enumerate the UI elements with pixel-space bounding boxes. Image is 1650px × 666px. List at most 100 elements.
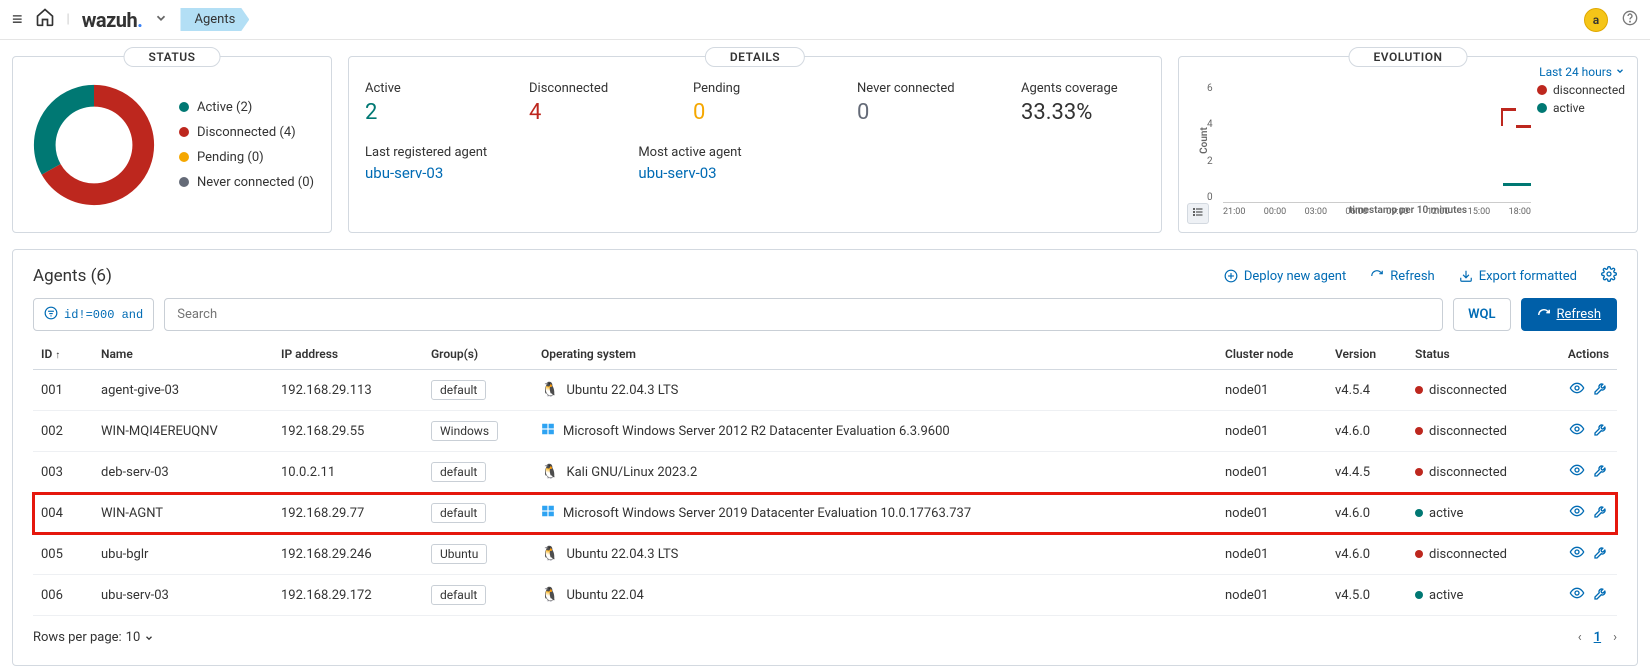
- search-input[interactable]: [164, 298, 1443, 331]
- config-icon[interactable]: [1593, 585, 1609, 605]
- deploy-new-agent-button[interactable]: Deploy new agent: [1224, 269, 1346, 284]
- cell-name: deb-serv-03: [93, 452, 273, 493]
- cell-os: Microsoft Windows Server 2019 Datacenter…: [533, 493, 1217, 534]
- cell-ip: 10.0.2.11: [273, 452, 423, 493]
- most-active-label: Most active agent: [638, 145, 871, 160]
- legend-disconnected[interactable]: Disconnected (4): [179, 125, 314, 140]
- never-value: 0: [857, 100, 981, 125]
- view-icon[interactable]: [1569, 585, 1585, 605]
- config-icon[interactable]: [1593, 462, 1609, 482]
- cell-actions: [1547, 493, 1617, 534]
- cell-id: 003: [33, 452, 93, 493]
- cell-ip: 192.168.29.77: [273, 493, 423, 534]
- config-icon[interactable]: [1593, 503, 1609, 523]
- evolution-title: EVOLUTION: [1349, 47, 1468, 67]
- col-version[interactable]: Version: [1327, 339, 1407, 370]
- windows-icon: [541, 422, 555, 440]
- filter-chip[interactable]: id!=000 and: [33, 298, 154, 331]
- list-toggle-icon[interactable]: [1187, 203, 1209, 224]
- menu-icon[interactable]: ≡: [12, 9, 23, 30]
- linux-icon: 🐧: [541, 382, 558, 398]
- most-active-link[interactable]: ubu-serv-03: [638, 164, 871, 182]
- export-formatted-button[interactable]: Export formatted: [1459, 269, 1577, 284]
- pending-value: 0: [693, 100, 817, 125]
- status-donut: [29, 80, 159, 210]
- cell-os: 🐧Ubuntu 22.04.3 LTS: [533, 370, 1217, 411]
- col-id[interactable]: ID ↑: [33, 339, 93, 370]
- last-registered-link[interactable]: ubu-serv-03: [365, 164, 598, 182]
- group-chip[interactable]: Ubuntu: [431, 544, 487, 564]
- cell-cluster: node01: [1217, 534, 1327, 575]
- cell-status: active: [1407, 575, 1547, 616]
- col-ip[interactable]: IP address: [273, 339, 423, 370]
- active-value: 2: [365, 100, 489, 125]
- time-range-selector[interactable]: Last 24 hours: [1539, 65, 1625, 79]
- refresh-link[interactable]: Refresh: [1370, 269, 1434, 284]
- cell-name: agent-give-03: [93, 370, 273, 411]
- table-row[interactable]: 001agent-give-03192.168.29.113default🐧Ub…: [33, 370, 1617, 411]
- group-chip[interactable]: Windows: [431, 421, 498, 441]
- help-icon[interactable]: [1622, 10, 1638, 30]
- chevron-down-icon[interactable]: [154, 11, 168, 29]
- cell-version: v4.6.0: [1327, 534, 1407, 575]
- view-icon[interactable]: [1569, 462, 1585, 482]
- legend-never[interactable]: Never connected (0): [179, 175, 314, 190]
- cell-ip: 192.168.29.246: [273, 534, 423, 575]
- last-registered-label: Last registered agent: [365, 145, 598, 160]
- disconnected-label: Disconnected: [529, 81, 653, 96]
- refresh-button[interactable]: Refresh: [1521, 298, 1617, 331]
- cell-status: disconnected: [1407, 370, 1547, 411]
- cell-cluster: node01: [1217, 575, 1327, 616]
- page-number[interactable]: 1: [1594, 630, 1601, 645]
- cell-group: default: [423, 370, 533, 411]
- gear-icon[interactable]: [1601, 266, 1617, 286]
- brand[interactable]: wazuh.: [82, 8, 143, 32]
- coverage-label: Agents coverage: [1021, 81, 1145, 96]
- next-page-icon[interactable]: ›: [1613, 630, 1617, 645]
- legend-active[interactable]: Active (2): [179, 100, 314, 115]
- chart-yticks: 6 4 2 0: [1207, 83, 1213, 203]
- config-icon[interactable]: [1593, 380, 1609, 400]
- view-icon[interactable]: [1569, 380, 1585, 400]
- col-groups[interactable]: Group(s): [423, 339, 533, 370]
- view-icon[interactable]: [1569, 503, 1585, 523]
- config-icon[interactable]: [1593, 421, 1609, 441]
- col-name[interactable]: Name: [93, 339, 273, 370]
- table-row[interactable]: 002WIN-MQI4EREUQNV192.168.29.55WindowsMi…: [33, 411, 1617, 452]
- prev-page-icon[interactable]: ‹: [1578, 630, 1582, 645]
- col-cluster[interactable]: Cluster node: [1217, 339, 1327, 370]
- cell-actions: [1547, 575, 1617, 616]
- table-row[interactable]: 003deb-serv-0310.0.2.11default🐧Kali GNU/…: [33, 452, 1617, 493]
- group-chip[interactable]: default: [431, 380, 486, 400]
- wql-button[interactable]: WQL: [1453, 298, 1510, 331]
- agents-title: Agents (6): [33, 266, 112, 286]
- table-row[interactable]: 005ubu-bglr192.168.29.246Ubuntu🐧Ubuntu 2…: [33, 534, 1617, 575]
- table-row[interactable]: 004WIN-AGNT192.168.29.77defaultMicrosoft…: [33, 493, 1617, 534]
- col-actions: Actions: [1547, 339, 1617, 370]
- breadcrumb[interactable]: Agents: [180, 8, 249, 31]
- col-os[interactable]: Operating system: [533, 339, 1217, 370]
- cell-os: 🐧Ubuntu 22.04.3 LTS: [533, 534, 1217, 575]
- legend-pending[interactable]: Pending (0): [179, 150, 314, 165]
- cell-status: disconnected: [1407, 534, 1547, 575]
- status-card: STATUS Active (2) Disconnected (4) Pendi…: [12, 56, 332, 233]
- col-status[interactable]: Status: [1407, 339, 1547, 370]
- active-label: Active: [365, 81, 489, 96]
- cell-ip: 192.168.29.172: [273, 575, 423, 616]
- table-row[interactable]: 006ubu-serv-03192.168.29.172default🐧Ubun…: [33, 575, 1617, 616]
- cell-version: v4.6.0: [1327, 493, 1407, 534]
- config-icon[interactable]: [1593, 544, 1609, 564]
- view-icon[interactable]: [1569, 421, 1585, 441]
- cell-cluster: node01: [1217, 493, 1327, 534]
- topbar: ≡ | wazuh. Agents a: [0, 0, 1650, 40]
- view-icon[interactable]: [1569, 544, 1585, 564]
- linux-icon: 🐧: [541, 464, 558, 480]
- avatar[interactable]: a: [1584, 8, 1608, 32]
- group-chip[interactable]: default: [431, 462, 486, 482]
- group-chip[interactable]: default: [431, 503, 486, 523]
- home-icon[interactable]: [35, 7, 55, 32]
- filter-chip-text: id!=000 and: [64, 308, 143, 322]
- rows-per-page[interactable]: Rows per page: 10: [33, 630, 154, 645]
- cell-group: Ubuntu: [423, 534, 533, 575]
- group-chip[interactable]: default: [431, 585, 486, 605]
